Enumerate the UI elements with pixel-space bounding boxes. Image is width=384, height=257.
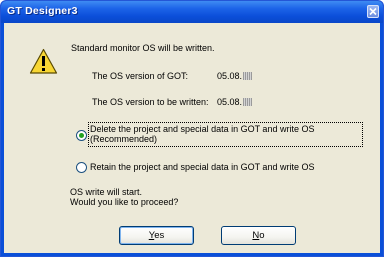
os-version-got-label: The OS version of GOT: [92,71,189,81]
message-heading: Standard monitor OS will be written. [71,43,215,53]
redacted-digits [243,72,253,80]
yes-label-rest: es [154,230,165,241]
warning-icon [29,48,58,74]
recommended-label: (Recommended) [90,134,158,144]
window-title: GT Designer3 [7,5,78,17]
delete-data-radio[interactable] [76,130,87,141]
retain-data-option-label[interactable]: Retain the project and special data in G… [90,162,314,173]
close-button[interactable] [367,5,379,18]
os-version-write-label: The OS version to be written: [92,97,209,107]
no-button[interactable]: No [221,226,296,245]
os-version-write: 05.08. [217,97,253,107]
dialog-body: Standard monitor OS will be written. The… [4,23,380,253]
os-version-got: 05.08. [217,71,253,81]
retain-data-radio[interactable] [76,162,87,173]
yes-button[interactable]: Yes [119,226,194,245]
title-bar[interactable]: GT Designer3 [1,1,383,23]
close-icon [369,7,377,16]
os-version-got-value: 05.08. [217,71,243,81]
redacted-digits [243,98,253,106]
no-label-rest: o [259,230,265,241]
proceed-line-2: Would you like to proceed? [70,197,179,207]
os-version-write-value: 05.08. [217,97,243,107]
dialog-window: GT Designer3 Standard monitor OS will be… [0,0,384,257]
